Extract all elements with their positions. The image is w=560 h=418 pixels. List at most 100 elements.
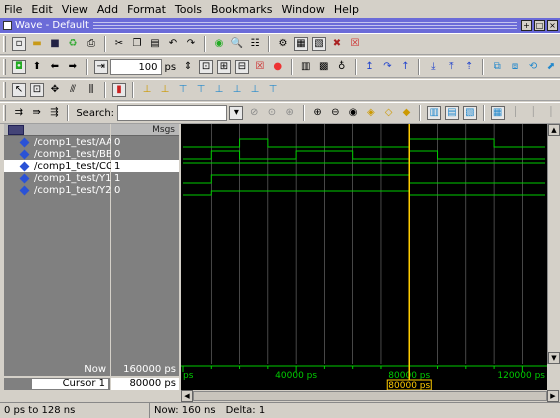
menu-format[interactable]: Format bbox=[127, 3, 166, 16]
collapse-icon[interactable]: ☷ bbox=[248, 37, 262, 51]
run-icon[interactable]: ⊡ bbox=[199, 60, 213, 74]
edge-rise-icon[interactable]: ⊥ bbox=[140, 83, 154, 97]
new-file-icon[interactable]: ▫ bbox=[12, 37, 26, 51]
zoom-mode-icon[interactable]: ⊡ bbox=[30, 83, 44, 97]
wave-names-pane[interactable]: /comp1_test/AA /comp1_test/BB /comp1_tes… bbox=[4, 124, 113, 364]
menu-bookmarks[interactable]: Bookmarks bbox=[211, 3, 272, 16]
layout-icon[interactable]: ▧ bbox=[312, 37, 326, 51]
step-icon[interactable]: ▩ bbox=[317, 60, 331, 74]
add-wave-icon[interactable]: ◘ bbox=[12, 60, 26, 74]
edge-next-icon[interactable]: ⊥ bbox=[212, 83, 226, 97]
step-up-icon[interactable]: ↑ bbox=[398, 60, 412, 74]
cursor-row[interactable]: Cursor 1 80000 ps bbox=[4, 378, 179, 390]
pan-mode-icon[interactable]: ✥ bbox=[48, 83, 62, 97]
edge-first-icon[interactable]: ⊥ bbox=[230, 83, 244, 97]
wave-values-pane[interactable]: Msgs 0 0 1 1 0 bbox=[111, 124, 179, 364]
print-icon[interactable]: ⎙ bbox=[84, 37, 98, 51]
break-sim-icon[interactable]: ☒ bbox=[253, 60, 267, 74]
continue-icon[interactable]: ⊞ bbox=[216, 60, 231, 74]
zoom-range-icon[interactable]: ◆ bbox=[400, 106, 414, 120]
wave-add-icon[interactable]: ⇉ bbox=[12, 106, 26, 120]
menu-edit[interactable]: Edit bbox=[31, 3, 52, 16]
search-prev-icon[interactable]: ⊘ bbox=[247, 106, 261, 120]
waveform-pane[interactable] bbox=[181, 124, 547, 364]
timeline-ruler[interactable]: ps 40000 ps 80000 ps 120000 ps 80000 ps bbox=[181, 364, 547, 391]
dataflow-icon[interactable]: ▮ bbox=[112, 83, 126, 97]
scroll-right-icon[interactable]: ▶ bbox=[547, 390, 559, 402]
scrollbar-thumb[interactable] bbox=[193, 391, 547, 401]
run-length-input[interactable]: 100 bbox=[109, 59, 162, 75]
zoom-in-icon[interactable]: ⊕ bbox=[311, 106, 325, 120]
edge-last-icon[interactable]: ⊥ bbox=[248, 83, 262, 97]
menu-file[interactable]: File bbox=[4, 3, 22, 16]
right-arrow-icon[interactable]: ➡ bbox=[66, 60, 80, 74]
search-options-icon[interactable]: ⊛ bbox=[283, 106, 297, 120]
menu-tools[interactable]: Tools bbox=[175, 3, 202, 16]
step-over-icon[interactable]: ♁ bbox=[335, 60, 349, 74]
restart-icon[interactable]: ▥ bbox=[299, 60, 313, 74]
waveform-canvas[interactable] bbox=[181, 124, 547, 364]
cursor-name-cell[interactable]: Cursor 1 bbox=[4, 378, 110, 390]
edit-mode-icon[interactable]: ⫻ bbox=[66, 83, 80, 97]
undo-icon[interactable]: ↶ bbox=[166, 37, 180, 51]
run-length-unit[interactable]: ps bbox=[165, 62, 177, 73]
wave-divider-icon[interactable]: ⇶ bbox=[48, 106, 62, 120]
stop-icon[interactable]: ● bbox=[271, 60, 285, 74]
menu-window[interactable]: Window bbox=[281, 3, 324, 16]
zoom-full-icon[interactable]: ◉ bbox=[346, 106, 360, 120]
step-out-icon[interactable]: ↷ bbox=[381, 60, 395, 74]
stretch-mode-icon[interactable]: ⫼ bbox=[84, 83, 98, 97]
cursor-lock-icon[interactable]: ▧ bbox=[462, 106, 477, 120]
redo-icon[interactable]: ↷ bbox=[184, 37, 198, 51]
scroll-down-icon[interactable]: ▼ bbox=[548, 352, 560, 364]
wave-insert-icon[interactable]: ⇛ bbox=[30, 106, 44, 120]
clear-icon[interactable]: ☒ bbox=[348, 37, 362, 51]
format-icon[interactable]: ▦ bbox=[490, 106, 505, 120]
help-icon[interactable]: ◉ bbox=[212, 37, 226, 51]
horizontal-scrollbar[interactable]: ◀ ▶ bbox=[0, 390, 560, 402]
scroll-left-icon[interactable]: ◀ bbox=[181, 390, 193, 402]
step-ahead-icon[interactable]: ⤒ bbox=[444, 60, 458, 74]
step-back-icon[interactable]: ⇡ bbox=[462, 60, 476, 74]
save-icon[interactable]: ■ bbox=[48, 37, 62, 51]
select-mode-icon[interactable]: ↖ bbox=[12, 83, 26, 97]
signal-row-cc[interactable]: /comp1_test/CC bbox=[4, 160, 113, 172]
edge-find-icon[interactable]: ⊤ bbox=[266, 83, 280, 97]
wave-window-titlebar[interactable]: Wave - Default + □ × bbox=[0, 18, 560, 33]
zoom-cursor-icon[interactable]: ◈ bbox=[364, 106, 378, 120]
run-length-icon[interactable]: ⇥ bbox=[93, 60, 108, 74]
signal-row-y2[interactable]: /comp1_test/Y2 bbox=[4, 184, 111, 196]
edge-prev-icon[interactable]: ⊤ bbox=[194, 83, 208, 97]
wave-compare-icon[interactable]: ▦ bbox=[294, 37, 308, 51]
spinner-icon[interactable]: ⇕ bbox=[181, 60, 195, 74]
search-next-icon[interactable]: ⊙ bbox=[265, 106, 279, 120]
zoom-last-icon[interactable]: ◇ bbox=[382, 106, 396, 120]
memory-icon[interactable]: ⧈ bbox=[508, 60, 522, 74]
profile-icon[interactable]: ⧉ bbox=[490, 60, 504, 74]
up-arrow-icon[interactable]: ⬆ bbox=[30, 60, 44, 74]
search-input[interactable] bbox=[117, 105, 228, 121]
signal-row-bb[interactable]: /comp1_test/BB bbox=[4, 148, 113, 160]
format-divider-icon[interactable]: ⏐ bbox=[509, 106, 523, 120]
menu-view[interactable]: View bbox=[62, 3, 88, 16]
paste-icon[interactable]: ▤ bbox=[148, 37, 162, 51]
open-folder-icon[interactable]: ▬ bbox=[30, 37, 44, 51]
reload-icon[interactable]: ♻ bbox=[66, 37, 80, 51]
cursor-delete-icon[interactable]: ▤ bbox=[445, 106, 459, 120]
copy-icon[interactable]: ❐ bbox=[130, 37, 144, 51]
format-close-icon[interactable]: ⏐ bbox=[544, 106, 558, 120]
timeline-canvas[interactable]: ps 40000 ps 80000 ps 120000 ps80000 ps bbox=[181, 364, 547, 391]
edge-any-icon[interactable]: ⊤ bbox=[176, 83, 190, 97]
scroll-up-icon[interactable]: ▲ bbox=[548, 124, 560, 136]
signal-row-aa[interactable]: /comp1_test/AA bbox=[4, 136, 113, 148]
run-all-icon[interactable]: ⊟ bbox=[234, 60, 249, 74]
cursor-value[interactable]: 80000 ps bbox=[111, 378, 179, 390]
close-button[interactable]: × bbox=[547, 20, 558, 31]
left-arrow-icon[interactable]: ⬅ bbox=[48, 60, 62, 74]
menu-add[interactable]: Add bbox=[97, 3, 118, 16]
coverage-icon[interactable]: ⟲ bbox=[526, 60, 540, 74]
signal-row-y1[interactable]: /comp1_test/Y1 bbox=[4, 172, 111, 184]
step-into-icon[interactable]: ↥ bbox=[363, 60, 377, 74]
menu-help[interactable]: Help bbox=[334, 3, 359, 16]
cut-icon[interactable]: ✂ bbox=[112, 37, 126, 51]
